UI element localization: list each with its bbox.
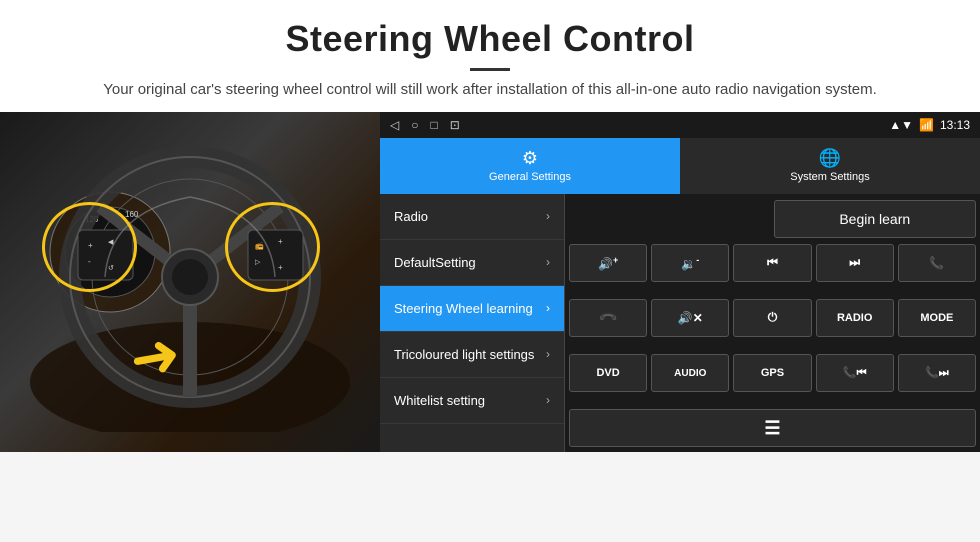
tel-prev-button[interactable]: 📞⏮ (816, 354, 894, 392)
android-panel: ◁ ○ □ ⊡ ▲▼ 📶 13:13 ⚙ General Settings 🌐 … (380, 112, 980, 452)
menu-item-whitelist[interactable]: Whitelist setting › (380, 378, 564, 424)
signal-icon: ▲▼ (889, 118, 913, 132)
button-grid-row3: DVD AUDIO GPS 📞⏮ 📞⏭ (569, 354, 976, 405)
right-button-highlight (225, 202, 320, 292)
vol-down-button[interactable]: 🔉- (651, 244, 729, 282)
mute-button[interactable]: 🔊✕ (651, 299, 729, 337)
header-section: Steering Wheel Control Your original car… (0, 0, 980, 112)
button-grid-row2: 📞 🔊✕ ⏻ RADIO MODE (569, 299, 976, 350)
nav-icons: ◁ ○ □ ⊡ (390, 118, 460, 132)
list-button[interactable]: ☰ (569, 409, 976, 447)
system-settings-icon: 🌐 (819, 148, 841, 169)
steering-wheel-image: 120 160 + ◀ - ↺ 📻 + ▷ + (0, 112, 380, 452)
status-bar: ◁ ○ □ ⊡ ▲▼ 📶 13:13 (380, 112, 980, 138)
hang-up-button[interactable]: 📞 (569, 299, 647, 337)
content-area: 120 160 + ◀ - ↺ 📻 + ▷ + (0, 112, 980, 472)
general-settings-icon: ⚙ (522, 148, 538, 169)
chevron-right-icon: › (546, 393, 550, 407)
menu-item-radio[interactable]: Radio › (380, 194, 564, 240)
menu-item-tricoloured[interactable]: Tricoloured light settings › (380, 332, 564, 378)
tab-system[interactable]: 🌐 System Settings (680, 138, 980, 194)
menu-item-steering[interactable]: Steering Wheel learning › (380, 286, 564, 332)
back-icon[interactable]: ◁ (390, 118, 399, 132)
begin-learn-button[interactable]: Begin learn (774, 200, 977, 238)
mode-button[interactable]: MODE (898, 299, 976, 337)
tel-next-button[interactable]: 📞⏭ (898, 354, 976, 392)
tab-general[interactable]: ⚙ General Settings (380, 138, 680, 194)
vol-up-button[interactable]: 🔊+ (569, 244, 647, 282)
power-button[interactable]: ⏻ (733, 299, 811, 337)
menu-icon[interactable]: ⊡ (450, 118, 460, 132)
header-divider (470, 68, 510, 71)
recents-icon[interactable]: □ (430, 118, 437, 132)
next-track-button[interactable]: ⏭ (816, 244, 894, 282)
begin-learn-row: Begin learn (569, 198, 976, 240)
phone-button[interactable]: 📞 (898, 244, 976, 282)
audio-button[interactable]: AUDIO (651, 354, 729, 392)
clock: 13:13 (940, 118, 970, 132)
gps-button[interactable]: GPS (733, 354, 811, 392)
home-icon[interactable]: ○ (411, 118, 418, 132)
page-title: Steering Wheel Control (20, 18, 960, 60)
menu-panel: Radio › DefaultSetting › Steering Wheel … (380, 194, 565, 452)
chevron-right-icon: › (546, 347, 550, 361)
main-content: Radio › DefaultSetting › Steering Wheel … (380, 194, 980, 452)
control-panel: Begin learn 🔊+ 🔉- ⏮ ⏭ (565, 194, 980, 452)
prev-track-button[interactable]: ⏮ (733, 244, 811, 282)
header-subtitle: Your original car's steering wheel contr… (20, 79, 960, 102)
chevron-right-icon: › (546, 209, 550, 223)
wifi-icon: 📶 (919, 118, 934, 132)
left-button-highlight (42, 202, 137, 292)
dvd-button[interactable]: DVD (569, 354, 647, 392)
radio-button[interactable]: RADIO (816, 299, 894, 337)
last-row: ☰ (569, 409, 976, 447)
button-grid-row1: 🔊+ 🔉- ⏮ ⏭ 📞 (569, 244, 976, 295)
chevron-right-icon: › (546, 255, 550, 269)
chevron-right-icon: › (546, 301, 550, 315)
status-right: ▲▼ 📶 13:13 (889, 118, 970, 132)
menu-item-default[interactable]: DefaultSetting › (380, 240, 564, 286)
tab-bar: ⚙ General Settings 🌐 System Settings (380, 138, 980, 194)
spacer (569, 200, 770, 238)
